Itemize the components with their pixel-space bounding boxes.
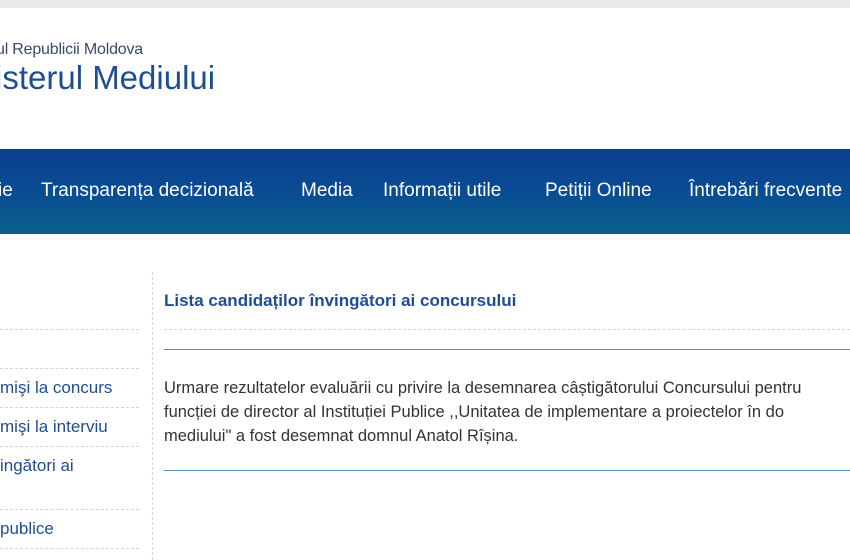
nav-item-partial[interactable]: ie — [0, 180, 13, 202]
sidebar-item-admisi-concurs[interactable]: mişi la concurs — [0, 378, 139, 398]
sidebar-divider — [0, 509, 139, 510]
sidebar-menu: mişi la concurs mişi la interviu ingător… — [0, 272, 140, 560]
page-title: Lista candidaților învingători ai concur… — [164, 291, 517, 310]
title-divider — [164, 329, 850, 330]
sidebar-divider — [0, 446, 139, 447]
content-bottom-rule — [164, 470, 850, 471]
nav-item-petitii-online[interactable]: Petiții Online — [545, 180, 652, 202]
sidebar-item-admisi-interviu[interactable]: mişi la interviu — [0, 417, 139, 437]
sidebar-divider — [0, 329, 139, 330]
sidebar-divider — [0, 368, 139, 369]
announcement-text: Urmare rezultatelor evaluării cu privire… — [164, 379, 802, 445]
site-title-link[interactable]: isterul Mediului — [0, 56, 215, 100]
sidebar-item-functii-publice[interactable]: publice — [0, 519, 139, 539]
main-navigation: ie Transparența decizională Media Inform… — [0, 149, 850, 234]
nav-item-informatii-utile[interactable]: Informații utile — [383, 180, 501, 202]
top-strip — [0, 0, 850, 8]
nav-item-media[interactable]: Media — [301, 180, 353, 202]
nav-item-intrebari-frecvente[interactable]: Întrebări frecvente — [689, 180, 842, 202]
sidebar-item-invingatori[interactable]: ingători ai — [0, 456, 139, 476]
sidebar-divider — [0, 407, 139, 408]
sidebar-divider — [0, 548, 139, 549]
nav-item-transparenta[interactable]: Transparența decizională — [41, 180, 254, 202]
content-top-rule — [164, 349, 850, 350]
column-divider — [152, 272, 153, 560]
